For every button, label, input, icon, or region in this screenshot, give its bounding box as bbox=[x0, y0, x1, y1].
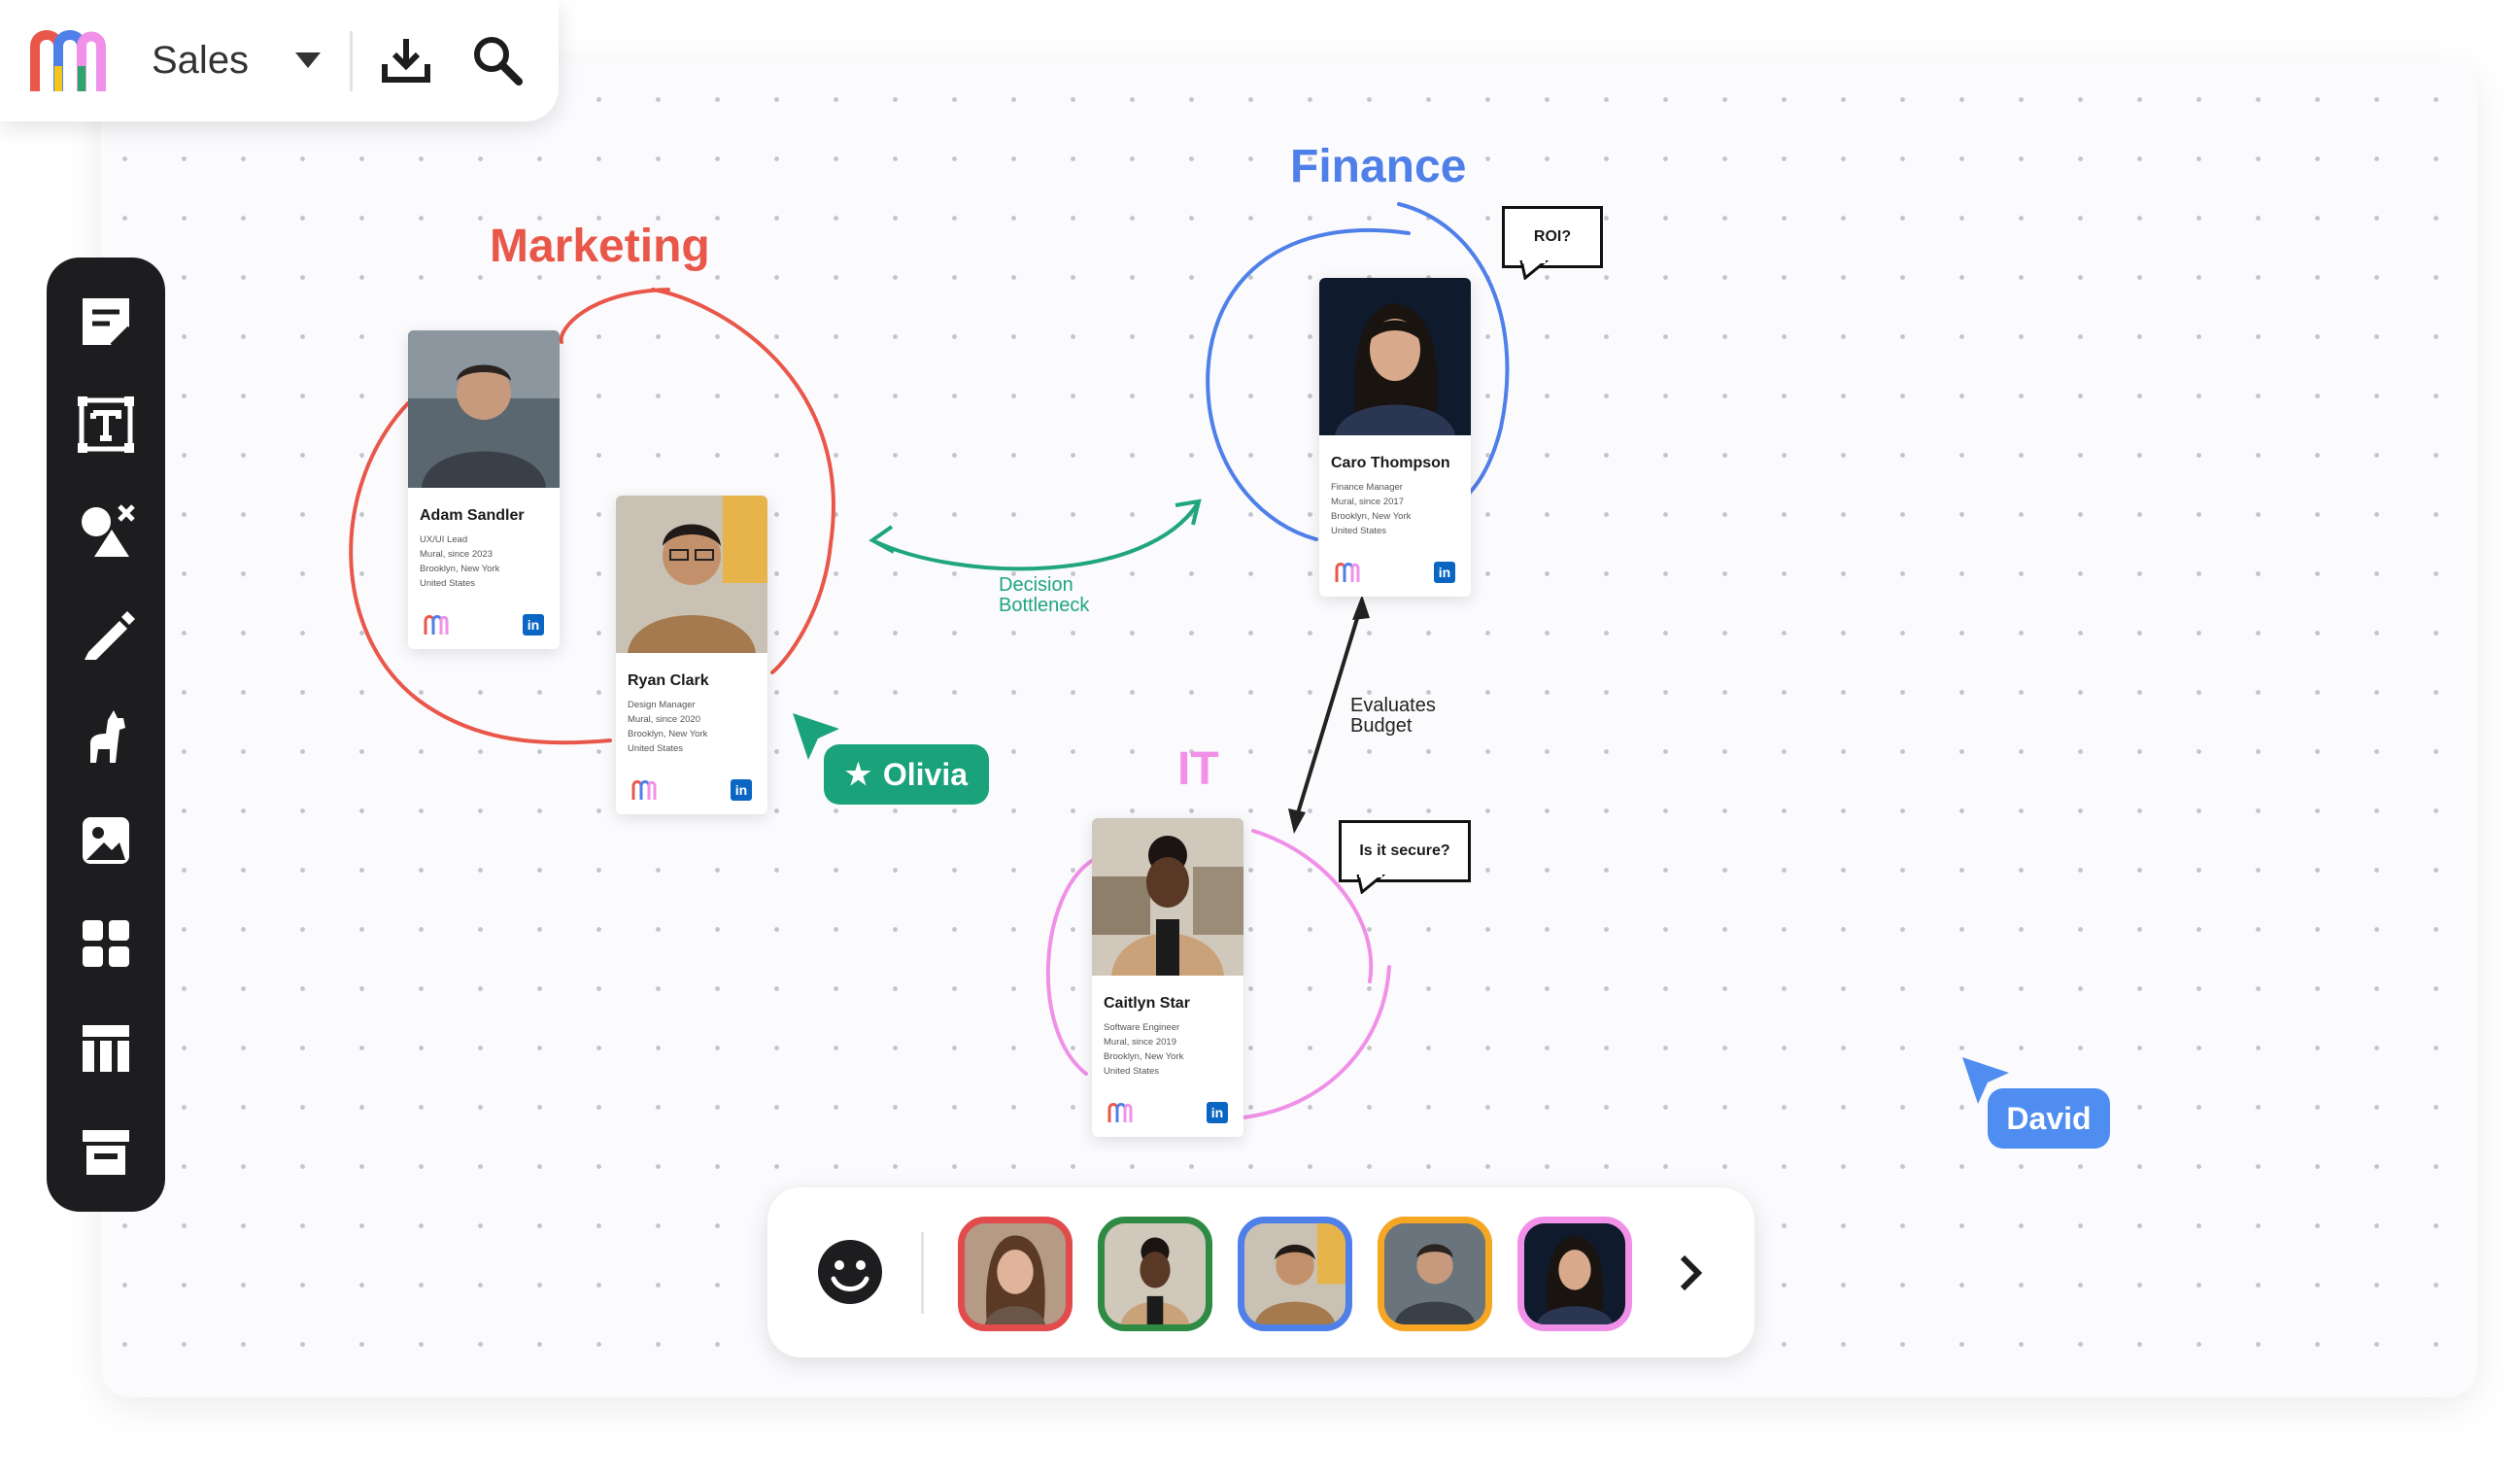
profile-company: Mural, since 2017 bbox=[1331, 497, 1404, 507]
profile-country: United States bbox=[1331, 526, 1387, 536]
speech-bubble-roi[interactable]: ROI? bbox=[1502, 206, 1603, 268]
download-icon[interactable] bbox=[379, 33, 433, 87]
profile-photo bbox=[1092, 818, 1243, 976]
speech-bubble-secure[interactable]: Is it secure? bbox=[1339, 820, 1471, 882]
cursor-tag-olivia: ★ Olivia bbox=[824, 744, 989, 805]
linkedin-icon[interactable]: in bbox=[731, 779, 752, 801]
collaborator-bar bbox=[767, 1187, 1754, 1357]
budget-connector-label[interactable]: Evaluates Budget bbox=[1350, 696, 1436, 737]
mural-logo-icon[interactable] bbox=[1107, 1102, 1133, 1123]
board-name[interactable]: Sales bbox=[152, 39, 249, 83]
profile-company: Mural, since 2019 bbox=[1104, 1037, 1176, 1048]
profile-company: Mural, since 2023 bbox=[420, 549, 493, 560]
profile-country: United States bbox=[420, 578, 476, 589]
llama-icon[interactable] bbox=[77, 706, 135, 765]
profile-card-ryan[interactable]: Ryan Clark Design Manager Mural, since 2… bbox=[616, 496, 767, 814]
mural-logo-icon[interactable] bbox=[424, 614, 449, 635]
collaborator-avatar-3[interactable] bbox=[1238, 1217, 1352, 1331]
collaborator-avatar-4[interactable] bbox=[1378, 1217, 1492, 1331]
bubble-tail bbox=[1519, 260, 1549, 280]
profile-card-caitlyn[interactable]: Caitlyn Star Software Engineer Mural, si… bbox=[1092, 818, 1243, 1137]
profile-name: Caitlyn Star bbox=[1104, 995, 1190, 1012]
profile-role: Software Engineer bbox=[1104, 1022, 1180, 1033]
chevron-right-icon[interactable] bbox=[1671, 1254, 1710, 1292]
toolbar-divider bbox=[350, 31, 353, 91]
image-icon[interactable] bbox=[77, 811, 135, 870]
bubble-tail bbox=[1356, 875, 1385, 894]
group-label-finance[interactable]: Finance bbox=[1290, 140, 1466, 193]
linkedin-icon[interactable]: in bbox=[523, 614, 544, 635]
search-icon[interactable] bbox=[470, 33, 525, 87]
table-icon[interactable] bbox=[77, 1019, 135, 1078]
templates-icon[interactable] bbox=[77, 914, 135, 973]
profile-city: Brooklyn, New York bbox=[628, 729, 708, 739]
text-icon[interactable] bbox=[77, 395, 135, 454]
chevron-down-icon[interactable] bbox=[291, 49, 324, 72]
star-icon: ★ bbox=[844, 758, 871, 791]
decision-connector[interactable] bbox=[871, 501, 1200, 571]
profile-country: United States bbox=[628, 743, 684, 754]
mural-logo-icon[interactable] bbox=[29, 27, 111, 95]
profile-company: Mural, since 2020 bbox=[628, 714, 700, 725]
linkedin-icon[interactable]: in bbox=[1434, 562, 1455, 583]
profile-role: UX/UI Lead bbox=[420, 534, 468, 545]
left-toolbar bbox=[47, 258, 165, 1212]
profile-city: Brooklyn, New York bbox=[1104, 1051, 1184, 1062]
collaborator-avatar-2[interactable] bbox=[1098, 1217, 1212, 1331]
bar-divider bbox=[921, 1232, 924, 1314]
profile-photo bbox=[616, 496, 767, 653]
profile-name: Adam Sandler bbox=[420, 507, 525, 524]
archive-icon[interactable] bbox=[77, 1122, 135, 1181]
profile-photo bbox=[1319, 278, 1471, 435]
profile-country: United States bbox=[1104, 1066, 1160, 1077]
group-label-marketing[interactable]: Marketing bbox=[490, 220, 710, 273]
group-label-it[interactable]: IT bbox=[1177, 742, 1219, 796]
profile-card-caro[interactable]: Caro Thompson Finance Manager Mural, sin… bbox=[1319, 278, 1471, 597]
profile-role: Design Manager bbox=[628, 700, 696, 710]
linkedin-icon[interactable]: in bbox=[1207, 1102, 1228, 1123]
profile-role: Finance Manager bbox=[1331, 482, 1403, 493]
profile-photo bbox=[408, 330, 560, 488]
cursor-tag-david: David bbox=[1988, 1088, 2110, 1149]
profile-city: Brooklyn, New York bbox=[420, 564, 500, 574]
mural-logo-icon[interactable] bbox=[1335, 562, 1360, 583]
profile-name: Caro Thompson bbox=[1331, 455, 1450, 471]
top-bar: Sales bbox=[0, 0, 559, 121]
profile-name: Ryan Clark bbox=[628, 672, 709, 689]
decision-connector-label[interactable]: Decision Bottleneck bbox=[999, 575, 1089, 616]
profile-card-adam[interactable]: Adam Sandler UX/UI Lead Mural, since 202… bbox=[408, 330, 560, 649]
profile-city: Brooklyn, New York bbox=[1331, 511, 1412, 522]
sticky-note-icon[interactable] bbox=[77, 292, 135, 351]
collaborator-avatar-1[interactable] bbox=[958, 1217, 1073, 1331]
mural-logo-icon[interactable] bbox=[631, 779, 657, 801]
pen-icon[interactable] bbox=[77, 603, 135, 662]
smiley-icon[interactable] bbox=[816, 1238, 884, 1306]
shapes-icon[interactable] bbox=[77, 500, 135, 559]
collaborator-avatar-5[interactable] bbox=[1517, 1217, 1632, 1331]
